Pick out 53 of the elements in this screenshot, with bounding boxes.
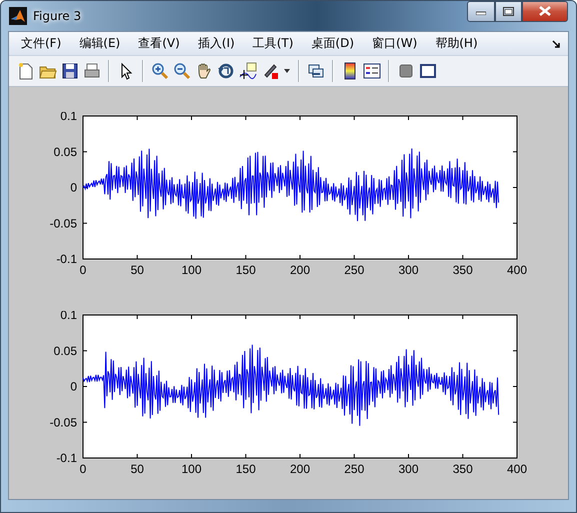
menu-item[interactable]: 工具(T) <box>244 33 302 54</box>
y-tick-label: -0.1 <box>56 451 77 465</box>
y-tick-label: 0 <box>70 180 77 194</box>
x-tick-label: 100 <box>181 263 202 277</box>
x-tick-label: 200 <box>290 263 310 277</box>
x-tick-label: 100 <box>181 462 202 476</box>
y-tick-label: -0.1 <box>56 252 77 266</box>
legend-icon[interactable] <box>363 62 381 80</box>
close-button[interactable] <box>522 1 568 22</box>
save-icon[interactable] <box>61 62 79 80</box>
x-tick-label: 0 <box>80 263 86 277</box>
close-icon <box>539 6 551 16</box>
window-title: Figure 3 <box>33 9 82 23</box>
y-tick-label: 0.05 <box>54 144 77 159</box>
zoom-in-icon[interactable] <box>151 62 169 80</box>
x-tick-label: 300 <box>398 462 419 476</box>
x-tick-label: 0 <box>80 462 86 476</box>
rotate-icon[interactable] <box>217 62 235 80</box>
y-tick-label: -0.05 <box>50 415 77 430</box>
x-tick-label: 250 <box>344 462 364 476</box>
print-icon[interactable] <box>83 62 101 80</box>
x-tick-label: 50 <box>130 462 144 476</box>
x-tick-label: 300 <box>398 263 419 277</box>
x-tick-label: 350 <box>452 263 473 277</box>
minimize-button[interactable] <box>467 1 495 22</box>
x-tick-label: 400 <box>506 462 528 476</box>
data-cursor-icon[interactable] <box>239 62 257 80</box>
x-tick-label: 150 <box>236 263 256 277</box>
menu-item[interactable]: 帮助(H) <box>427 33 486 54</box>
x-tick-label: 150 <box>236 462 256 476</box>
menu-item[interactable]: 文件(F) <box>13 33 70 54</box>
y-tick-label: 0.05 <box>54 344 77 358</box>
x-tick-label: 200 <box>290 462 310 476</box>
menu-item[interactable]: 桌面(D) <box>303 33 362 54</box>
y-tick-label: -0.05 <box>50 216 77 230</box>
menu-item[interactable]: 查看(V) <box>130 33 188 54</box>
x-tick-label: 400 <box>506 263 528 277</box>
menu-item[interactable]: 插入(I) <box>190 33 243 54</box>
y-tick-label: 0 <box>70 380 77 394</box>
link-icon[interactable] <box>307 62 325 80</box>
menu-item[interactable]: 编辑(E) <box>71 33 128 54</box>
app-logo-icon <box>9 7 27 25</box>
x-tick-label: 50 <box>130 263 144 277</box>
menu-item[interactable]: 窗口(W) <box>364 33 426 54</box>
maximize-button[interactable] <box>495 1 522 22</box>
dock-arrow-icon[interactable] <box>552 40 560 48</box>
new-file-icon[interactable] <box>17 62 35 80</box>
maximize-icon <box>503 6 514 16</box>
x-tick-label: 250 <box>344 263 364 277</box>
square-icon[interactable] <box>397 62 415 80</box>
frame-icon[interactable] <box>419 62 437 80</box>
zoom-out-icon[interactable] <box>173 62 191 80</box>
x-tick-label: 350 <box>452 462 473 476</box>
